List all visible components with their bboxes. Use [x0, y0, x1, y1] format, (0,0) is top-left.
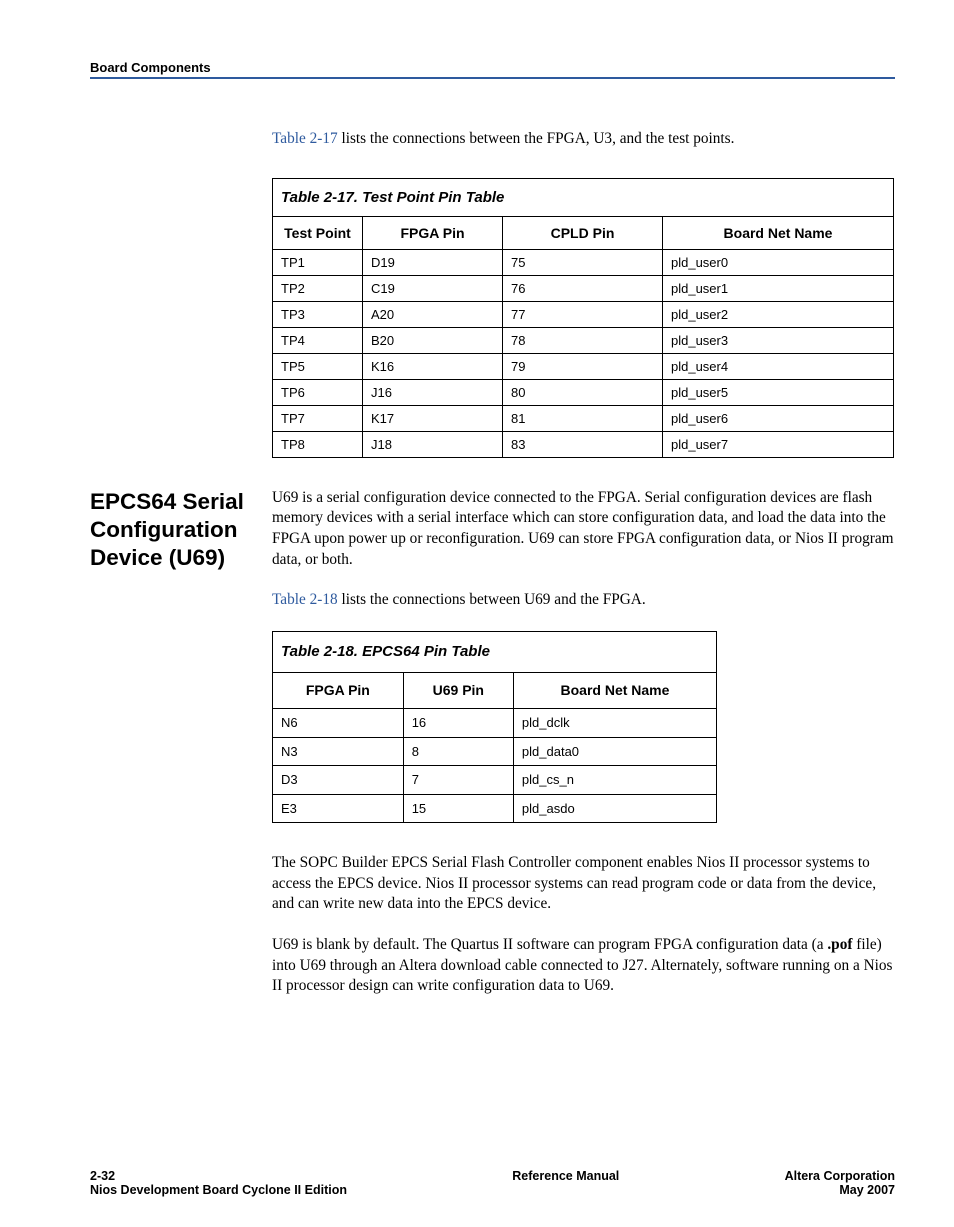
cell: TP2: [273, 275, 363, 301]
cell: J16: [363, 379, 503, 405]
cell: 79: [503, 353, 663, 379]
cell: pld_user1: [663, 275, 894, 301]
cell: TP7: [273, 405, 363, 431]
table18-h2: U69 Pin: [403, 673, 513, 709]
cell: E3: [273, 794, 404, 823]
table18-ref: Table 2-18: [272, 591, 338, 608]
table17-h1: Test Point: [273, 216, 363, 249]
table-row: TP2 C19 76 pld_user1: [273, 275, 894, 301]
cell: 77: [503, 301, 663, 327]
cell: N6: [273, 708, 404, 737]
cell: pld_user5: [663, 379, 894, 405]
para3-a: U69 is blank by default. The Quartus II …: [272, 936, 827, 953]
footer-page-num: 2-32: [90, 1169, 347, 1183]
footer-center: Reference Manual: [347, 1169, 785, 1183]
cell: pld_user3: [663, 327, 894, 353]
header-rule: [90, 77, 895, 79]
footer-company: Altera Corporation: [785, 1169, 895, 1183]
cell: pld_user6: [663, 405, 894, 431]
cell: pld_user0: [663, 249, 894, 275]
cell: N3: [273, 737, 404, 766]
table18-title: Table 2-18. EPCS64 Pin Table: [273, 631, 717, 672]
table-row: TP8 J18 83 pld_user7: [273, 431, 894, 457]
cell: 8: [403, 737, 513, 766]
table17-h4: Board Net Name: [663, 216, 894, 249]
page-footer: 2-32 Nios Development Board Cyclone II E…: [90, 1169, 895, 1197]
cell: 80: [503, 379, 663, 405]
cell: B20: [363, 327, 503, 353]
cell: K17: [363, 405, 503, 431]
cell: pld_user7: [663, 431, 894, 457]
section-heading-epcs64: EPCS64 Serial Configuration Device (U69): [90, 488, 272, 572]
table-row: D3 7 pld_cs_n: [273, 766, 717, 795]
table18-intro: Table 2-18 lists the connections between…: [272, 590, 894, 611]
cell: 81: [503, 405, 663, 431]
cell: D19: [363, 249, 503, 275]
table17-ref: Table 2-17: [272, 130, 338, 147]
para-u69-blank: U69 is blank by default. The Quartus II …: [272, 935, 894, 997]
table17-title: Table 2-17. Test Point Pin Table: [273, 178, 894, 216]
cell: 16: [403, 708, 513, 737]
para-sopc: The SOPC Builder EPCS Serial Flash Contr…: [272, 853, 894, 915]
cell: C19: [363, 275, 503, 301]
table18-h1: FPGA Pin: [273, 673, 404, 709]
cell: TP8: [273, 431, 363, 457]
table18-h3: Board Net Name: [513, 673, 716, 709]
cell: 75: [503, 249, 663, 275]
cell: pld_user2: [663, 301, 894, 327]
table-2-17: Table 2-17. Test Point Pin Table Test Po…: [272, 178, 894, 458]
cell: 83: [503, 431, 663, 457]
cell: 78: [503, 327, 663, 353]
cell: pld_cs_n: [513, 766, 716, 795]
table17-intro: Table 2-17 lists the connections between…: [272, 129, 894, 150]
cell: TP3: [273, 301, 363, 327]
table-row: TP1 D19 75 pld_user0: [273, 249, 894, 275]
cell: pld_asdo: [513, 794, 716, 823]
footer-date: May 2007: [785, 1183, 895, 1197]
table17-intro-rest: lists the connections between the FPGA, …: [338, 130, 735, 147]
table-row: E3 15 pld_asdo: [273, 794, 717, 823]
table-row: TP3 A20 77 pld_user2: [273, 301, 894, 327]
table-row: N6 16 pld_dclk: [273, 708, 717, 737]
footer-doc-title: Nios Development Board Cyclone II Editio…: [90, 1183, 347, 1197]
table17-h3: CPLD Pin: [503, 216, 663, 249]
cell: J18: [363, 431, 503, 457]
header-section: Board Components: [90, 60, 904, 75]
cell: 15: [403, 794, 513, 823]
table-row: TP5 K16 79 pld_user4: [273, 353, 894, 379]
table-2-18: Table 2-18. EPCS64 Pin Table FPGA Pin U6…: [272, 631, 717, 823]
cell: pld_user4: [663, 353, 894, 379]
cell: D3: [273, 766, 404, 795]
table-row: TP6 J16 80 pld_user5: [273, 379, 894, 405]
cell: TP6: [273, 379, 363, 405]
cell: TP5: [273, 353, 363, 379]
cell: pld_data0: [513, 737, 716, 766]
cell: TP4: [273, 327, 363, 353]
cell: pld_dclk: [513, 708, 716, 737]
para-u69-intro: U69 is a serial configuration device con…: [272, 488, 894, 571]
table-row: TP4 B20 78 pld_user3: [273, 327, 894, 353]
table-row: N3 8 pld_data0: [273, 737, 717, 766]
table17-h2: FPGA Pin: [363, 216, 503, 249]
cell: K16: [363, 353, 503, 379]
table18-intro-rest: lists the connections between U69 and th…: [338, 591, 646, 608]
cell: 7: [403, 766, 513, 795]
cell: 76: [503, 275, 663, 301]
table-row: TP7 K17 81 pld_user6: [273, 405, 894, 431]
pof-bold: .pof: [827, 936, 852, 953]
cell: A20: [363, 301, 503, 327]
cell: TP1: [273, 249, 363, 275]
